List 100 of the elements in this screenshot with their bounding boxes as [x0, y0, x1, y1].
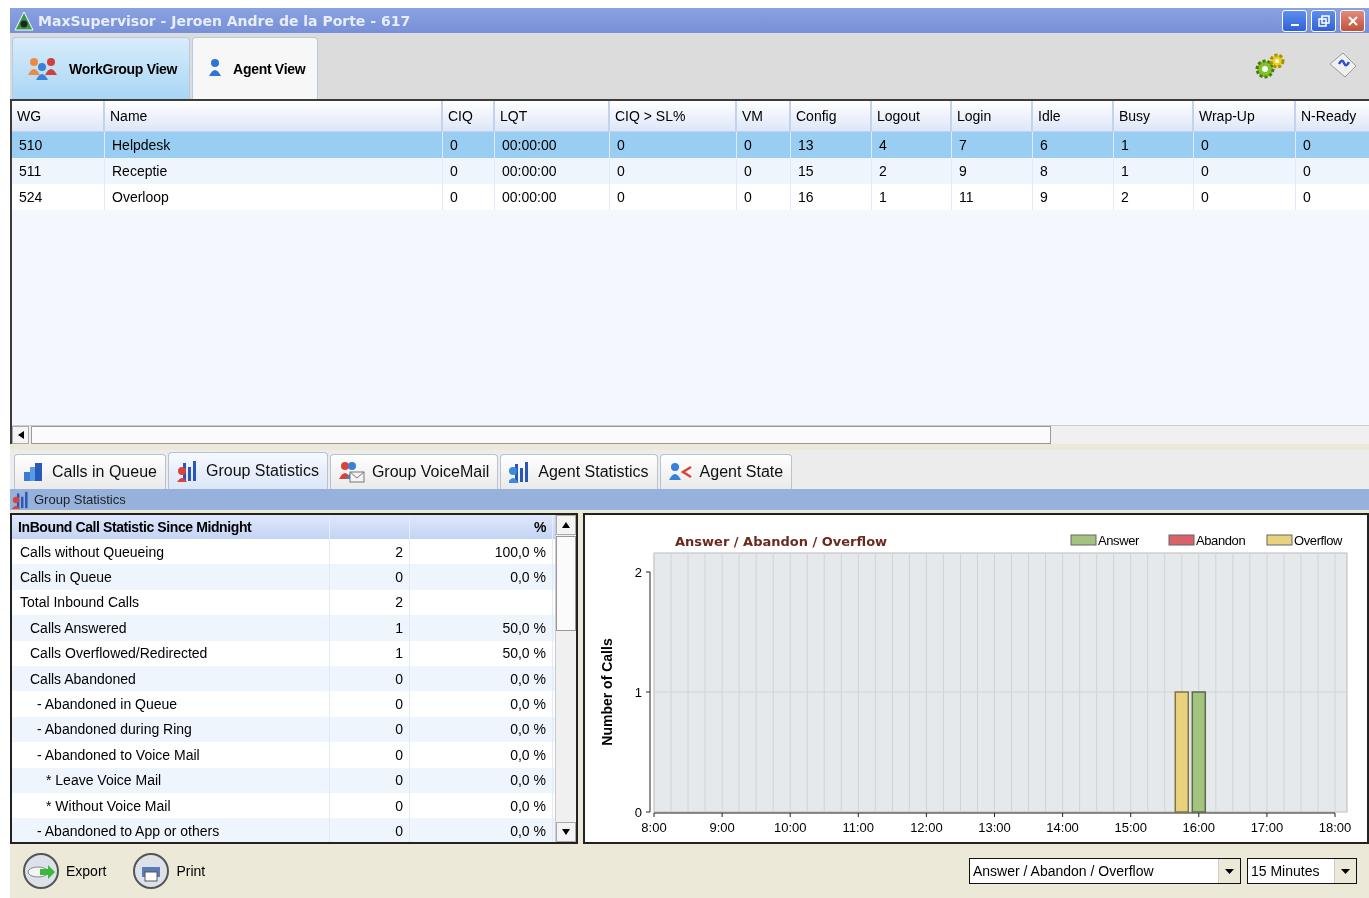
table-cell: 00:00:00 [495, 184, 610, 210]
table-cell: 50,0 % [410, 615, 553, 641]
table-cell: Calls Overflowed/Redirected [12, 640, 330, 666]
column-header[interactable]: Wrap-Up [1194, 101, 1296, 132]
bar-chart-people-icon [12, 490, 30, 509]
window-title: MaxSupervisor - Jeroen Andre de la Porte - 617 [38, 12, 412, 29]
x-tick-label: 17:00 [1250, 820, 1284, 835]
panel-tab[interactable]: Agent Statistics [500, 454, 658, 489]
table-cell: 0 [1194, 184, 1296, 210]
caret-icon [1225, 868, 1234, 874]
table-cell: 0,0 % [410, 564, 553, 590]
x-tick-label: 12:00 [910, 820, 943, 835]
table-cell: 0 [330, 818, 410, 842]
x-tick-label: 16:00 [1182, 820, 1216, 835]
column-header[interactable]: Name [105, 101, 443, 132]
column-header[interactable]: LQT [495, 101, 610, 132]
table-cell: 0 [443, 184, 495, 210]
table-cell: 524 [12, 184, 105, 210]
restore-button[interactable] [1311, 9, 1336, 32]
printer-icon [132, 852, 171, 890]
x-tick-label: 13:00 [978, 820, 1011, 835]
table-cell: - Abandoned to Voice Mail [12, 742, 330, 768]
legend-label: Abandon [1196, 533, 1246, 548]
table-cell: 1 [872, 184, 952, 210]
panel-tab[interactable]: Calls in Queue [14, 454, 166, 489]
horizontal-scrollbar[interactable] [12, 425, 1369, 444]
column-header[interactable]: VM [737, 101, 791, 132]
column-header[interactable]: Config [791, 101, 872, 132]
table-cell: 1 [330, 615, 410, 641]
scroll-left-icon[interactable] [17, 431, 24, 439]
table-cell: 0 [1296, 184, 1369, 210]
column-header[interactable]: CIQ [443, 101, 495, 132]
column-header[interactable]: CIQ > SL% [610, 101, 737, 132]
legend-label: Answer [1098, 533, 1141, 548]
y-tick-label: 0 [634, 805, 642, 820]
stairs-icon [23, 462, 45, 482]
minimize-button[interactable] [1282, 9, 1307, 32]
column-header[interactable]: N-Ready [1296, 101, 1369, 132]
y-tick-label: 2 [634, 565, 642, 580]
column-header[interactable]: Login [952, 101, 1033, 132]
panel-tab[interactable]: Group Statistics [167, 452, 328, 489]
legend-item: Abandon [1168, 533, 1246, 548]
table-cell: - Abandoned to App or others [12, 818, 330, 842]
table-cell: 2 [1114, 184, 1194, 210]
table-cell: 0 [330, 767, 410, 793]
legend-label: Overflow [1294, 533, 1344, 548]
table-cell: Overloop [105, 184, 443, 210]
interval-dropdown[interactable]: 15 Minutes [1247, 858, 1357, 884]
x-tick-label: 9:00 [709, 820, 735, 835]
legend-item: Overflow [1266, 533, 1343, 548]
restore-icon [1317, 14, 1330, 27]
x-tick-label: 11:00 [842, 820, 875, 835]
column-header[interactable]: Busy [1114, 101, 1194, 132]
table-cell: 11 [952, 184, 1033, 210]
scroll-down-icon[interactable] [562, 829, 570, 835]
close-button[interactable] [1340, 9, 1365, 32]
panel-tab[interactable]: Agent State [659, 454, 793, 489]
panel-tab[interactable]: Group VoiceMail [329, 454, 499, 489]
view-tab[interactable]: Agent View [192, 37, 319, 99]
vertical-scrollbar[interactable] [555, 515, 576, 842]
chart-type-dropdown[interactable]: Answer / Abandon / Overflow [969, 858, 1241, 884]
x-tick-label: 18:00 [1318, 820, 1352, 835]
scroll-up-icon[interactable] [562, 522, 570, 528]
table-cell: 0 [330, 742, 410, 768]
people-arrows-icon [668, 463, 693, 481]
table-cell: 0 [610, 184, 737, 210]
table-row[interactable]: 524 Overloop 0 00:00:00 0 0 16 1 11 9 2 0 0 [12, 184, 1369, 210]
table-cell: 0,0 % [410, 767, 553, 793]
table-cell: * Leave Voice Mail [12, 767, 330, 793]
table-cell: 16 [791, 184, 872, 210]
bar-chart-people-icon [176, 460, 199, 482]
table-cell: 0 [737, 184, 791, 210]
table-cell: Calls in Queue [12, 564, 330, 590]
column-header[interactable]: WG [12, 101, 105, 132]
table-cell: 1 [330, 640, 410, 666]
table-row[interactable]: 510 Helpdesk 0 00:00:00 0 0 13 4 7 6 1 0 0 [12, 132, 1369, 158]
caret-icon [1341, 868, 1350, 874]
table-row[interactable]: 511 Receptie 0 00:00:00 0 0 15 2 9 8 1 0 0 [12, 158, 1369, 184]
view-tab[interactable]: WorkGroup View [12, 37, 191, 99]
table-cell: 0,0 % [410, 691, 553, 717]
table-cell: 0 [330, 691, 410, 717]
column-header[interactable]: Idle [1033, 101, 1114, 132]
table-cell: - Abandoned in Queue [12, 691, 330, 717]
table-cell: 9 [1033, 184, 1114, 210]
table-cell: 0 [330, 564, 410, 590]
y-tick-label: 1 [634, 685, 642, 700]
close-icon [1347, 15, 1358, 26]
x-tick-label: 14:00 [1046, 820, 1079, 835]
print-button[interactable]: Print [132, 852, 206, 890]
diamond-icon[interactable] [1329, 52, 1357, 78]
export-button[interactable]: Export [22, 852, 107, 890]
x-tick-label: 8:00 [641, 820, 667, 835]
x-tick-label: 15:00 [1114, 820, 1147, 835]
settings-icon[interactable] [1253, 52, 1287, 80]
chart-title: Answer / Abandon / Overflow [675, 534, 888, 549]
column-header[interactable]: Logout [872, 101, 952, 132]
table-cell: 0,0 % [410, 818, 553, 842]
table-cell: 0,0 % [410, 742, 553, 768]
section-title: Group Statistics [34, 492, 126, 507]
app-logo-icon [14, 10, 34, 31]
